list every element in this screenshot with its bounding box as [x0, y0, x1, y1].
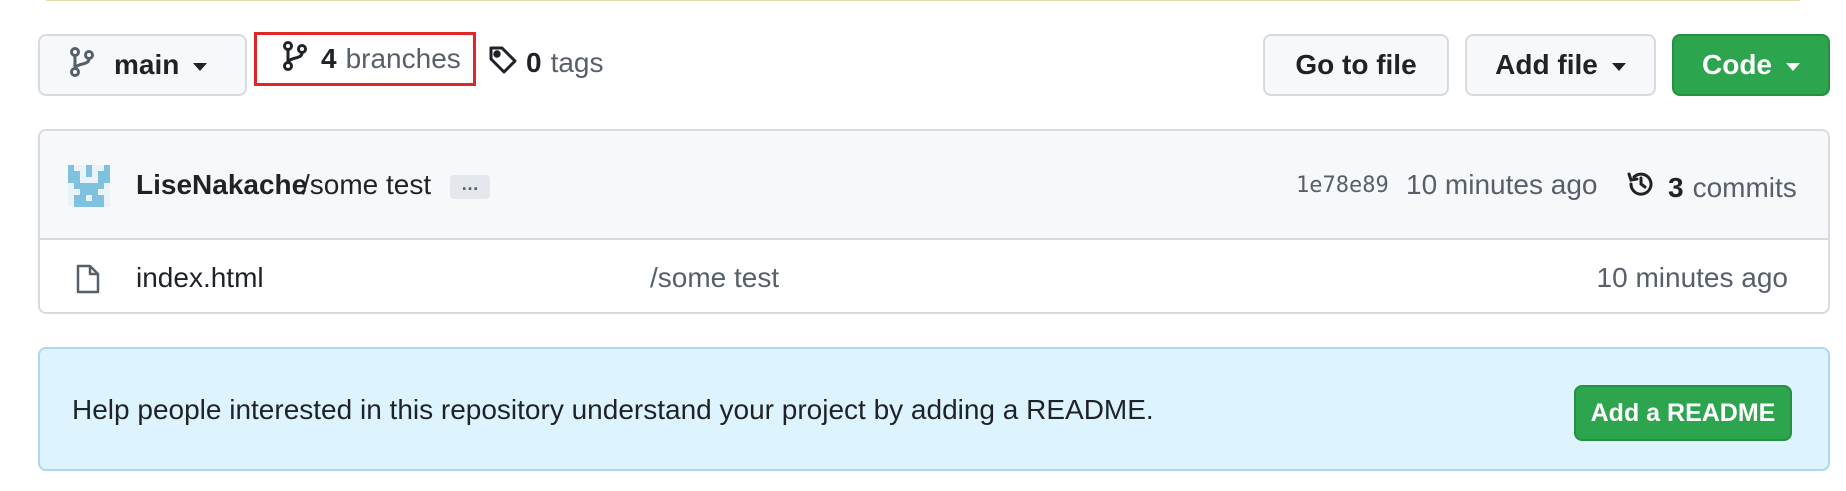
- commit-message[interactable]: /some test: [302, 169, 431, 201]
- branches-count: 4: [321, 43, 337, 74]
- chevron-down-icon: [1786, 63, 1800, 71]
- commit-time: 10 minutes ago: [1406, 169, 1598, 200]
- top-divider: [46, 0, 1800, 1]
- commits-label: commits: [1692, 171, 1797, 203]
- expand-commit-message-button[interactable]: …: [450, 175, 490, 199]
- branches-label: branches: [345, 43, 461, 74]
- file-commit-message[interactable]: /some test: [650, 262, 779, 294]
- latest-commit-row: LiseNakache /some test … 1e78e89 10 minu…: [40, 131, 1828, 240]
- add-readme-button[interactable]: Add a README: [1574, 385, 1792, 441]
- file-commit-time: 10 minutes ago: [1596, 262, 1788, 293]
- file-icon: [76, 264, 100, 294]
- file-listing: LiseNakache /some test … 1e78e89 10 minu…: [38, 129, 1830, 314]
- readme-banner: Help people interested in this repositor…: [38, 347, 1830, 471]
- add-file-label: Add file: [1495, 49, 1598, 80]
- history-icon: [1626, 169, 1656, 206]
- tags-label: tags: [550, 47, 604, 78]
- file-row: index.html /some test 10 minutes ago: [40, 240, 1828, 312]
- git-branch-icon: [283, 40, 307, 78]
- tags-link[interactable]: 0 tags: [488, 36, 604, 90]
- commits-link[interactable]: 3 commits: [1626, 169, 1797, 206]
- tags-count: 0: [526, 47, 542, 78]
- commit-sha[interactable]: 1e78e89: [1296, 173, 1389, 198]
- tag-icon: [488, 45, 518, 82]
- chevron-down-icon: [1611, 63, 1626, 71]
- avatar[interactable]: [68, 165, 110, 207]
- readme-banner-text: Help people interested in this repositor…: [72, 394, 1154, 425]
- git-branch-icon: [70, 46, 94, 84]
- branches-link[interactable]: 4 branches: [254, 32, 476, 86]
- go-to-file-button[interactable]: Go to file: [1263, 34, 1449, 96]
- branch-name: main: [114, 49, 180, 80]
- code-label: Code: [1702, 49, 1772, 80]
- chevron-down-icon: [193, 63, 208, 71]
- add-file-button[interactable]: Add file: [1465, 34, 1656, 96]
- code-button[interactable]: Code: [1672, 34, 1830, 96]
- file-name[interactable]: index.html: [136, 262, 264, 294]
- commits-count: 3: [1668, 171, 1684, 203]
- go-to-file-label: Go to file: [1295, 49, 1417, 80]
- commit-author[interactable]: LiseNakache: [136, 169, 307, 201]
- branch-selector-button[interactable]: main: [38, 34, 247, 96]
